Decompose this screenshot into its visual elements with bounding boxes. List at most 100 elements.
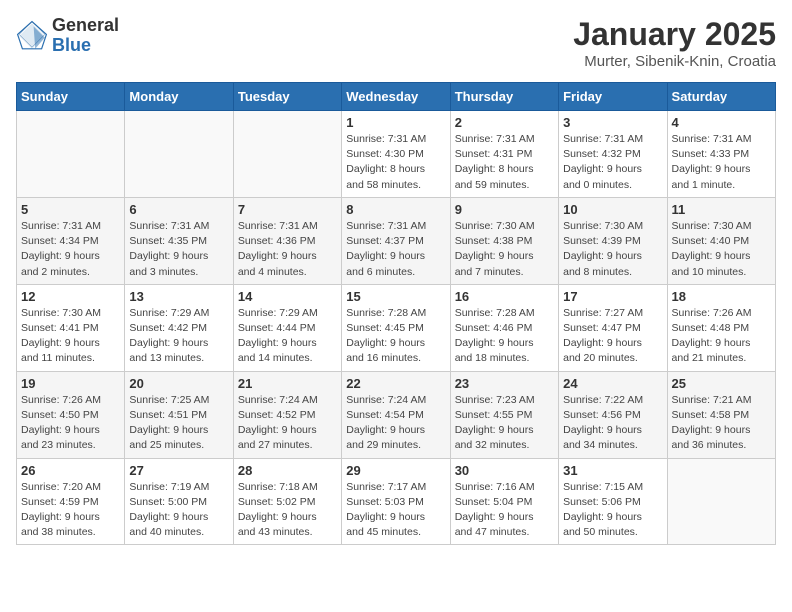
calendar-table: SundayMondayTuesdayWednesdayThursdayFrid… — [16, 82, 776, 545]
day-detail: Sunrise: 7:28 AM Sunset: 4:46 PM Dayligh… — [455, 307, 535, 365]
day-cell — [125, 111, 233, 198]
header-row: SundayMondayTuesdayWednesdayThursdayFrid… — [17, 83, 776, 111]
logo-icon — [16, 20, 48, 52]
day-number: 16 — [455, 289, 554, 304]
day-cell: 27 Sunrise: 7:19 AM Sunset: 5:00 PM Dayli… — [125, 458, 233, 545]
logo-blue: Blue — [52, 36, 119, 56]
day-number: 8 — [346, 202, 445, 217]
week-row-3: 12 Sunrise: 7:30 AM Sunset: 4:41 PM Dayli… — [17, 284, 776, 371]
day-number: 3 — [563, 115, 662, 130]
day-number: 7 — [238, 202, 337, 217]
day-cell: 25 Sunrise: 7:21 AM Sunset: 4:58 PM Dayli… — [667, 371, 775, 458]
day-number: 27 — [129, 463, 228, 478]
header-cell-monday: Monday — [125, 83, 233, 111]
day-detail: Sunrise: 7:30 AM Sunset: 4:41 PM Dayligh… — [21, 307, 101, 365]
day-number: 4 — [672, 115, 771, 130]
day-detail: Sunrise: 7:24 AM Sunset: 4:54 PM Dayligh… — [346, 394, 426, 452]
day-detail: Sunrise: 7:30 AM Sunset: 4:40 PM Dayligh… — [672, 220, 752, 278]
day-detail: Sunrise: 7:31 AM Sunset: 4:36 PM Dayligh… — [238, 220, 318, 278]
day-cell: 15 Sunrise: 7:28 AM Sunset: 4:45 PM Dayli… — [342, 284, 450, 371]
day-number: 9 — [455, 202, 554, 217]
day-detail: Sunrise: 7:18 AM Sunset: 5:02 PM Dayligh… — [238, 481, 318, 539]
day-number: 31 — [563, 463, 662, 478]
day-number: 26 — [21, 463, 120, 478]
week-row-4: 19 Sunrise: 7:26 AM Sunset: 4:50 PM Dayli… — [17, 371, 776, 458]
day-number: 10 — [563, 202, 662, 217]
day-detail: Sunrise: 7:25 AM Sunset: 4:51 PM Dayligh… — [129, 394, 209, 452]
day-cell: 8 Sunrise: 7:31 AM Sunset: 4:37 PM Daylig… — [342, 197, 450, 284]
day-cell: 23 Sunrise: 7:23 AM Sunset: 4:55 PM Dayli… — [450, 371, 558, 458]
day-number: 14 — [238, 289, 337, 304]
day-cell: 3 Sunrise: 7:31 AM Sunset: 4:32 PM Daylig… — [559, 111, 667, 198]
day-cell: 11 Sunrise: 7:30 AM Sunset: 4:40 PM Dayli… — [667, 197, 775, 284]
day-cell: 24Sunrise: 7:22 AM Sunset: 4:56 PM Dayli… — [559, 371, 667, 458]
header-cell-sunday: Sunday — [17, 83, 125, 111]
calendar-header: SundayMondayTuesdayWednesdayThursdayFrid… — [17, 83, 776, 111]
logo-general: General — [52, 16, 119, 36]
day-detail: Sunrise: 7:31 AM Sunset: 4:30 PM Dayligh… — [346, 133, 426, 191]
day-number: 23 — [455, 376, 554, 391]
day-cell: 22 Sunrise: 7:24 AM Sunset: 4:54 PM Dayli… — [342, 371, 450, 458]
day-cell: 26 Sunrise: 7:20 AM Sunset: 4:59 PM Dayli… — [17, 458, 125, 545]
day-number: 21 — [238, 376, 337, 391]
day-detail: Sunrise: 7:31 AM Sunset: 4:33 PM Dayligh… — [672, 133, 752, 191]
day-detail: Sunrise: 7:26 AM Sunset: 4:48 PM Dayligh… — [672, 307, 752, 365]
day-number: 28 — [238, 463, 337, 478]
week-row-5: 26 Sunrise: 7:20 AM Sunset: 4:59 PM Dayli… — [17, 458, 776, 545]
logo-text: General Blue — [52, 16, 119, 56]
day-cell — [233, 111, 341, 198]
page-header: General Blue January 2025 Murter, Sibeni… — [16, 16, 776, 70]
day-detail: Sunrise: 7:23 AM Sunset: 4:55 PM Dayligh… — [455, 394, 535, 452]
header-cell-friday: Friday — [559, 83, 667, 111]
week-row-2: 5Sunrise: 7:31 AM Sunset: 4:34 PM Daylig… — [17, 197, 776, 284]
day-cell: 9Sunrise: 7:30 AM Sunset: 4:38 PM Daylig… — [450, 197, 558, 284]
day-cell: 19 Sunrise: 7:26 AM Sunset: 4:50 PM Dayli… — [17, 371, 125, 458]
week-row-1: 1Sunrise: 7:31 AM Sunset: 4:30 PM Daylig… — [17, 111, 776, 198]
day-detail: Sunrise: 7:19 AM Sunset: 5:00 PM Dayligh… — [129, 481, 209, 539]
day-detail: Sunrise: 7:31 AM Sunset: 4:34 PM Dayligh… — [21, 220, 101, 278]
day-detail: Sunrise: 7:20 AM Sunset: 4:59 PM Dayligh… — [21, 481, 101, 539]
day-cell: 10 Sunrise: 7:30 AM Sunset: 4:39 PM Dayli… — [559, 197, 667, 284]
day-number: 6 — [129, 202, 228, 217]
day-cell: 17 Sunrise: 7:27 AM Sunset: 4:47 PM Dayli… — [559, 284, 667, 371]
page-title: January 2025 — [573, 16, 776, 53]
day-detail: Sunrise: 7:31 AM Sunset: 4:35 PM Dayligh… — [129, 220, 209, 278]
day-detail: Sunrise: 7:21 AM Sunset: 4:58 PM Dayligh… — [672, 394, 752, 452]
day-number: 11 — [672, 202, 771, 217]
day-detail: Sunrise: 7:15 AM Sunset: 5:06 PM Dayligh… — [563, 481, 643, 539]
day-cell: 5Sunrise: 7:31 AM Sunset: 4:34 PM Daylig… — [17, 197, 125, 284]
day-detail: Sunrise: 7:22 AM Sunset: 4:56 PM Dayligh… — [563, 394, 643, 452]
day-detail: Sunrise: 7:16 AM Sunset: 5:04 PM Dayligh… — [455, 481, 535, 539]
header-cell-tuesday: Tuesday — [233, 83, 341, 111]
day-detail: Sunrise: 7:31 AM Sunset: 4:32 PM Dayligh… — [563, 133, 643, 191]
day-detail: Sunrise: 7:24 AM Sunset: 4:52 PM Dayligh… — [238, 394, 318, 452]
day-detail: Sunrise: 7:26 AM Sunset: 4:50 PM Dayligh… — [21, 394, 101, 452]
day-cell: 1Sunrise: 7:31 AM Sunset: 4:30 PM Daylig… — [342, 111, 450, 198]
day-detail: Sunrise: 7:31 AM Sunset: 4:37 PM Dayligh… — [346, 220, 426, 278]
header-cell-wednesday: Wednesday — [342, 83, 450, 111]
day-number: 25 — [672, 376, 771, 391]
day-cell: 16 Sunrise: 7:28 AM Sunset: 4:46 PM Dayli… — [450, 284, 558, 371]
day-number: 19 — [21, 376, 120, 391]
day-cell: 18Sunrise: 7:26 AM Sunset: 4:48 PM Dayli… — [667, 284, 775, 371]
day-number: 17 — [563, 289, 662, 304]
day-detail: Sunrise: 7:17 AM Sunset: 5:03 PM Dayligh… — [346, 481, 426, 539]
day-cell: 28 Sunrise: 7:18 AM Sunset: 5:02 PM Dayli… — [233, 458, 341, 545]
day-number: 30 — [455, 463, 554, 478]
title-block: January 2025 Murter, Sibenik-Knin, Croat… — [573, 16, 776, 70]
day-detail: Sunrise: 7:28 AM Sunset: 4:45 PM Dayligh… — [346, 307, 426, 365]
day-cell — [667, 458, 775, 545]
header-cell-thursday: Thursday — [450, 83, 558, 111]
day-number: 22 — [346, 376, 445, 391]
day-cell — [17, 111, 125, 198]
day-detail: Sunrise: 7:30 AM Sunset: 4:39 PM Dayligh… — [563, 220, 643, 278]
day-number: 12 — [21, 289, 120, 304]
day-cell: 13Sunrise: 7:29 AM Sunset: 4:42 PM Dayli… — [125, 284, 233, 371]
day-cell: 30 Sunrise: 7:16 AM Sunset: 5:04 PM Dayli… — [450, 458, 558, 545]
day-cell: 20Sunrise: 7:25 AM Sunset: 4:51 PM Dayli… — [125, 371, 233, 458]
day-cell: 31 Sunrise: 7:15 AM Sunset: 5:06 PM Dayli… — [559, 458, 667, 545]
day-number: 13 — [129, 289, 228, 304]
day-cell: 7 Sunrise: 7:31 AM Sunset: 4:36 PM Daylig… — [233, 197, 341, 284]
day-number: 15 — [346, 289, 445, 304]
day-detail: Sunrise: 7:27 AM Sunset: 4:47 PM Dayligh… — [563, 307, 643, 365]
